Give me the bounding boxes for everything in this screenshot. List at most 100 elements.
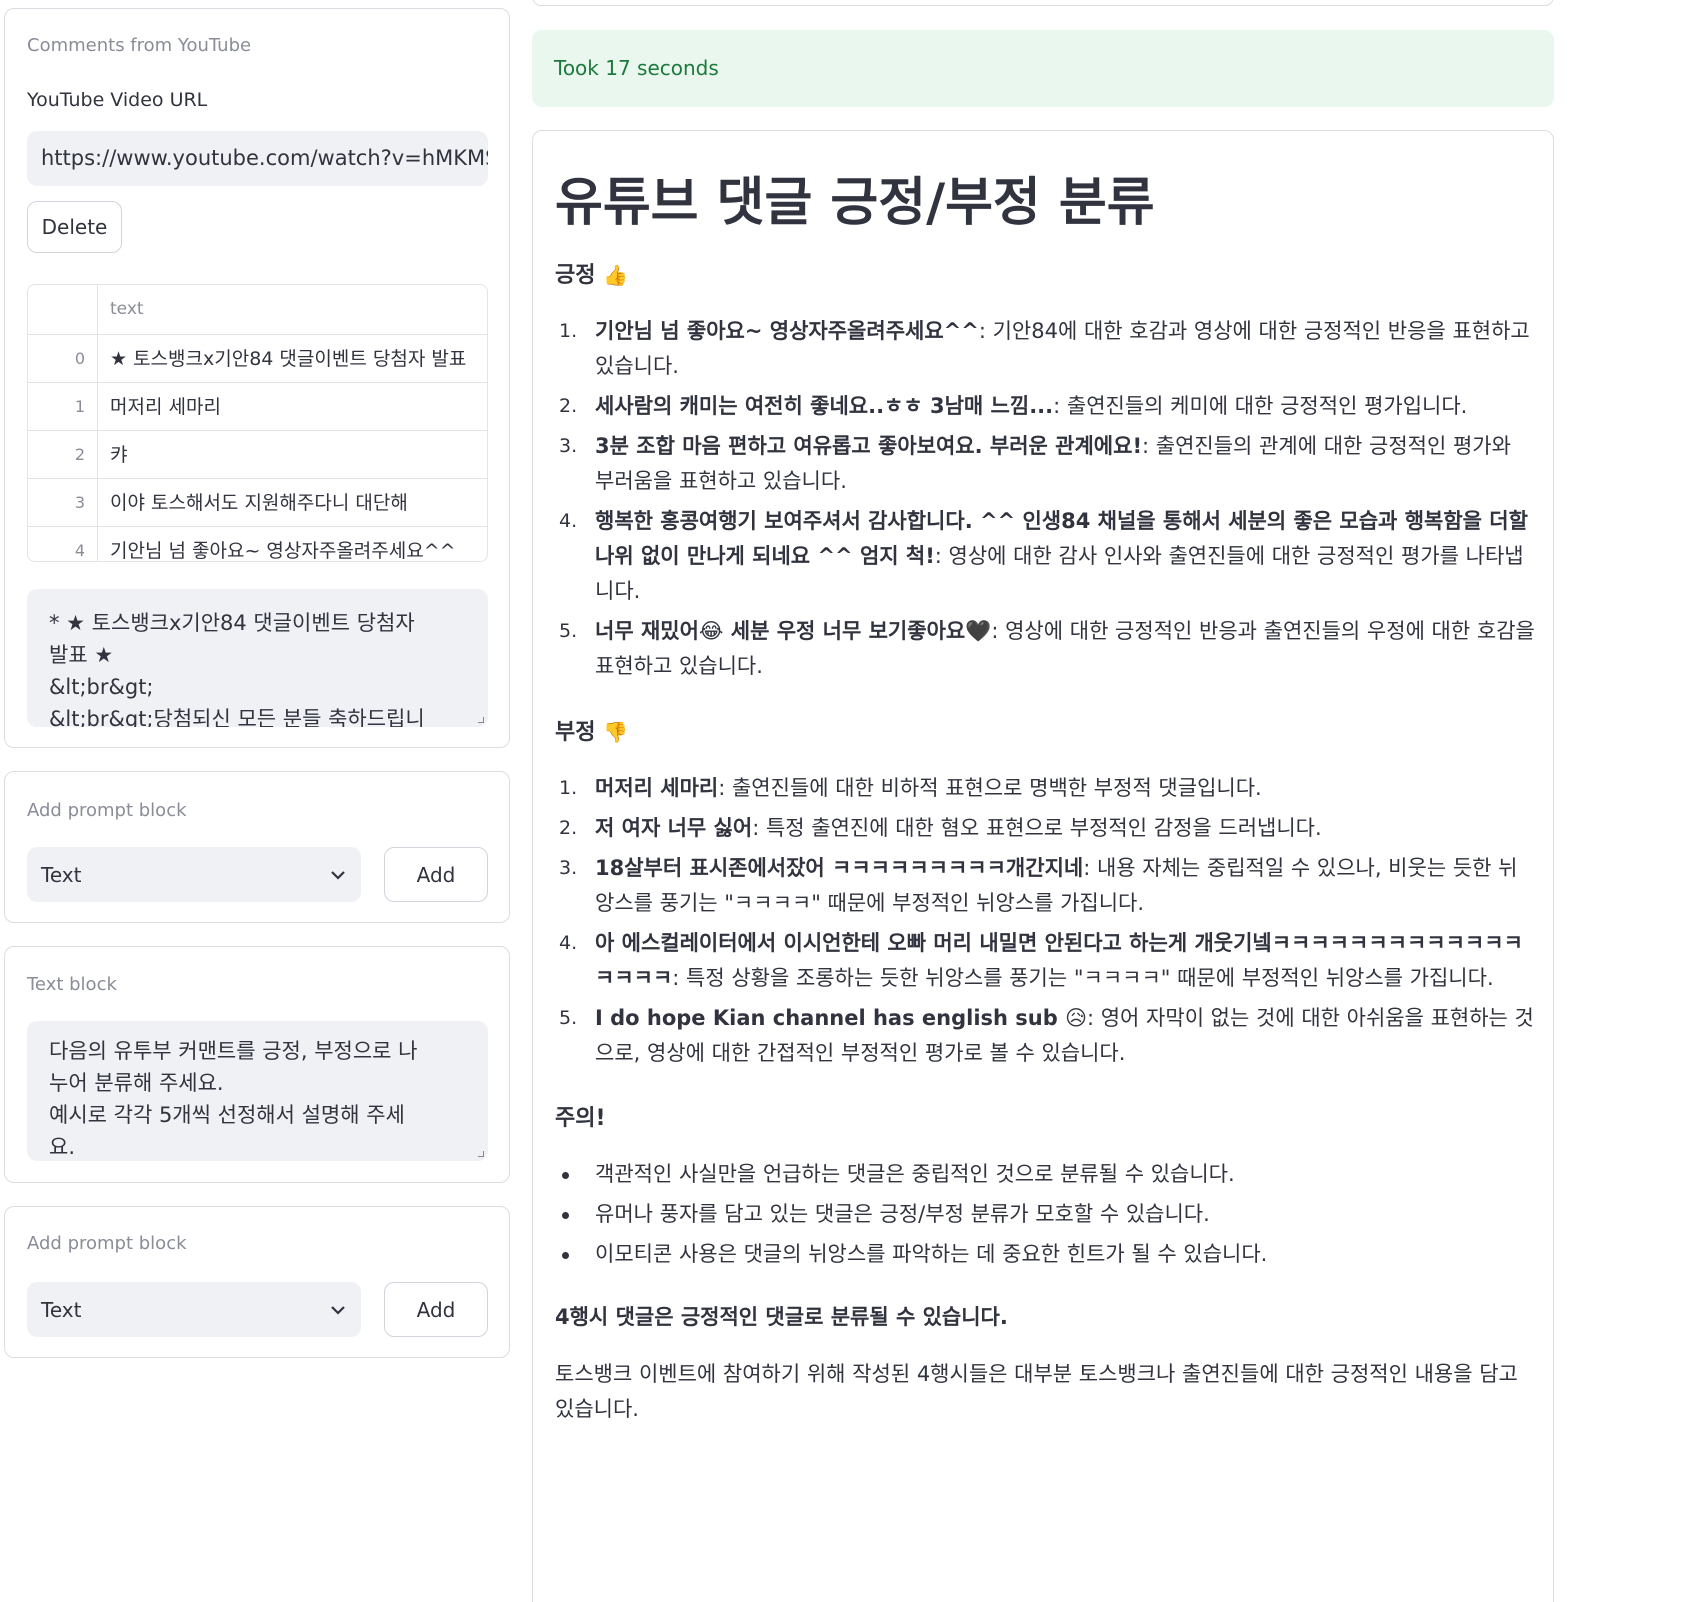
url-field-label: YouTube Video URL [27, 89, 208, 111]
row-index: 2 [28, 431, 98, 479]
table-row[interactable]: 2 캬 [28, 431, 487, 479]
add-prompt-block-label: Add prompt block [27, 1233, 187, 1254]
add-prompt-block-card: Add prompt block Text Add [4, 771, 510, 923]
prompt-line: 다음의 유투부 커맨트를 긍정, 부정으로 나 [49, 1039, 418, 1063]
note-heading: 주의! [555, 1106, 606, 1131]
thumbs-up-icon: 👍 [603, 263, 629, 287]
list-item: 2. 저 여자 너무 싫어: 특정 출연진에 대한 혐오 표현으로 부정적인 감정… [555, 811, 1535, 846]
preview-line: 발표 ★ [49, 643, 114, 667]
item-quote: 머저리 세마리 [595, 776, 719, 800]
list-item: 2. 세사람의 캐미는 여전히 좋네요..ㅎㅎ 3남매 느낌...: 출연진들의 … [555, 389, 1535, 424]
table-row[interactable]: 0 ★ 토스뱅크x기안84 댓글이벤트 당첨자 발표 [28, 335, 487, 383]
add-button[interactable]: Add [384, 847, 488, 902]
list-item: 3. 3분 조합 마음 편하고 여유롭고 좋아보여요. 부러운 관계에요!: 출연… [555, 429, 1535, 499]
block-type-value: Text [41, 862, 82, 887]
conclusion-text: 토스뱅크 이벤트에 참여하기 위해 작성된 4행시들은 대부분 토스뱅크나 출연… [555, 1362, 1518, 1421]
previous-card-edge [532, 0, 1554, 6]
positive-list: 1. 기안님 넘 좋아요~ 영상자주올려주세요^^: 기안84에 대한 호감과 영… [555, 314, 1535, 684]
negative-heading-text: 부정 [555, 720, 596, 745]
comments-preview-textarea[interactable]: * ★ 토스뱅크x기안84 댓글이벤트 당첨자 발표 ★ &lt;br&gt; … [27, 589, 488, 727]
comments-card: Comments from YouTube YouTube Video URL … [4, 8, 510, 748]
item-number: 1. [559, 777, 578, 799]
resize-grip-icon[interactable] [478, 1151, 484, 1157]
item-desc: : 특정 상황을 조롱하는 듯한 뉘앙스를 풍기는 "ㅋㅋㅋㅋ" 때문에 부정적… [672, 966, 1494, 990]
add-button[interactable]: Add [384, 1282, 488, 1337]
table-row[interactable]: 3 이야 토스해서도 지원해주다니 대단해 [28, 479, 487, 527]
item-number: 2. [559, 395, 578, 417]
item-number: 1. [559, 320, 578, 342]
row-index: 4 [28, 527, 98, 561]
note-text: 객관적인 사실만을 언급하는 댓글은 중립적인 것으로 분류될 수 있습니다. [595, 1162, 1235, 1186]
item-number: 5. [559, 1007, 578, 1029]
result-card: 유튜브 댓글 긍정/부정 분류 긍정 👍 1. 기안님 넘 좋아요~ 영상자주올려… [532, 130, 1554, 1602]
item-quote: 너무 재밌어😂 세분 우정 너무 보기좋아요🖤 [595, 619, 992, 643]
text-block-card: Text block 다음의 유투부 커맨트를 긍정, 부정으로 나 누어 분류… [4, 946, 510, 1183]
item-desc: : 출연진들에 대한 비하적 표현으로 명백한 부정적 댓글입니다. [718, 776, 1262, 800]
preview-line: &lt;br&gt;당첨되신 모든 분들 축하드립니 [49, 707, 425, 727]
list-item: 4. 행복한 홍콩여행기 보여주셔서 감사합니다. ^^ 인생84 채널을 통해서… [555, 504, 1535, 609]
prompt-line: 누어 분류해 주세요. [49, 1071, 224, 1095]
negative-heading: 부정 👎 [555, 712, 1535, 753]
resize-grip-icon[interactable] [478, 717, 484, 723]
text-block-label: Text block [27, 974, 117, 995]
item-desc: : 특정 출연진에 대한 혐오 표현으로 부정적인 감정을 드러냅니다. [752, 816, 1322, 840]
result-title: 유튜브 댓글 긍정/부정 분류 [555, 173, 1155, 233]
index-column-header [28, 285, 98, 335]
item-quote: 3분 조합 마음 편하고 여유롭고 좋아보여요. 부러운 관계에요! [595, 434, 1143, 458]
row-index: 1 [28, 383, 98, 431]
table-header: text [28, 285, 487, 335]
bullet-icon [562, 1252, 569, 1259]
text-column-header[interactable]: text [110, 299, 144, 319]
note-text: 이모티콘 사용은 댓글의 뉘앙스를 파악하는 데 중요한 힌트가 될 수 있습니… [595, 1242, 1268, 1266]
item-number: 2. [559, 817, 578, 839]
item-number: 3. [559, 435, 578, 457]
youtube-url-value: https://www.youtube.com/watch?v=hMKMSRKV [41, 146, 488, 170]
row-text[interactable]: ★ 토스뱅크x기안84 댓글이벤트 당첨자 발표 [110, 335, 466, 383]
conclusion-heading: 4행시 댓글은 긍정적인 댓글로 분류될 수 있습니다. [555, 1305, 1008, 1329]
row-text[interactable]: 기안님 넘 좋아요~ 영상자주올려주세요^^ [110, 527, 456, 561]
item-number: 5. [559, 620, 578, 642]
list-item: 유머나 풍자를 담고 있는 댓글은 긍정/부정 분류가 모호할 수 있습니다. [555, 1197, 1535, 1232]
block-type-value: Text [41, 1297, 82, 1322]
list-item: 객관적인 사실만을 언급하는 댓글은 중립적인 것으로 분류될 수 있습니다. [555, 1157, 1535, 1192]
preview-line: * ★ 토스뱅크x기안84 댓글이벤트 당첨자 [49, 611, 415, 635]
table-row[interactable]: 4 기안님 넘 좋아요~ 영상자주올려주세요^^ [28, 527, 487, 561]
chevron-down-icon [331, 1305, 345, 1315]
positive-heading-text: 긍정 [555, 263, 596, 288]
comments-table[interactable]: text 0 ★ 토스뱅크x기안84 댓글이벤트 당첨자 발표 1 머저리 세마… [27, 284, 488, 562]
add-prompt-block-card: Add prompt block Text Add [4, 1206, 510, 1358]
list-item: 4. 아 에스컬레이터에서 이시언한테 오빠 머리 내밀면 안된다고 하는게 개웃… [555, 926, 1535, 996]
prompt-line: 예시로 각각 5개씩 선정해서 설명해 주세 [49, 1103, 405, 1127]
bullet-icon [562, 1172, 569, 1179]
add-prompt-block-label: Add prompt block [27, 800, 187, 821]
item-number: 3. [559, 857, 578, 879]
prompt-line: 요. [49, 1135, 75, 1159]
list-item: 5. I do hope Kian channel has english sub… [555, 1001, 1535, 1071]
item-quote: 세사람의 캐미는 여전히 좋네요..ㅎㅎ 3남매 느낌... [595, 394, 1054, 418]
prompt-textarea[interactable]: 다음의 유투부 커맨트를 긍정, 부정으로 나 누어 분류해 주세요. 예시로 … [27, 1021, 488, 1161]
result-content: 유튜브 댓글 긍정/부정 분류 긍정 👍 1. 기안님 넘 좋아요~ 영상자주올려… [555, 167, 1535, 1449]
row-text[interactable]: 머저리 세마리 [110, 383, 221, 431]
list-item: 3. 18살부터 표시존에서잤어 ㅋㅋㅋㅋㅋㅋㅋㅋㅋ개간지네: 내용 자체는 중립… [555, 851, 1535, 921]
bullet-icon [562, 1212, 569, 1219]
table-row[interactable]: 1 머저리 세마리 [28, 383, 487, 431]
delete-button[interactable]: Delete [27, 201, 122, 253]
row-text[interactable]: 이야 토스해서도 지원해주다니 대단해 [110, 479, 408, 527]
item-desc: : 출연진들의 케미에 대한 긍정적인 평가입니다. [1053, 394, 1468, 418]
block-type-select[interactable]: Text [27, 1282, 361, 1337]
list-item: 1. 기안님 넘 좋아요~ 영상자주올려주세요^^: 기안84에 대한 호감과 영… [555, 314, 1535, 384]
chevron-down-icon [331, 870, 345, 880]
youtube-url-input[interactable]: https://www.youtube.com/watch?v=hMKMSRKV [27, 131, 488, 186]
list-item: 1. 머저리 세마리: 출연진들에 대한 비하적 표현으로 명백한 부정적 댓글입… [555, 771, 1535, 806]
thumbs-down-icon: 👎 [603, 720, 629, 744]
item-quote: 기안님 넘 좋아요~ 영상자주올려주세요^^ [595, 319, 979, 343]
positive-heading: 긍정 👍 [555, 255, 1535, 296]
list-item: 이모티콘 사용은 댓글의 뉘앙스를 파악하는 데 중요한 힌트가 될 수 있습니… [555, 1237, 1535, 1272]
list-item: 5. 너무 재밌어😂 세분 우정 너무 보기좋아요🖤: 영상에 대한 긍정적인 반… [555, 614, 1535, 684]
comments-card-label: Comments from YouTube [27, 35, 252, 56]
row-index: 3 [28, 479, 98, 527]
row-text[interactable]: 캬 [110, 431, 127, 479]
block-type-select[interactable]: Text [27, 847, 361, 902]
item-quote: 18살부터 표시존에서잤어 ㅋㅋㅋㅋㅋㅋㅋㅋㅋ개간지네 [595, 856, 1084, 880]
item-quote: 저 여자 너무 싫어 [595, 816, 753, 840]
